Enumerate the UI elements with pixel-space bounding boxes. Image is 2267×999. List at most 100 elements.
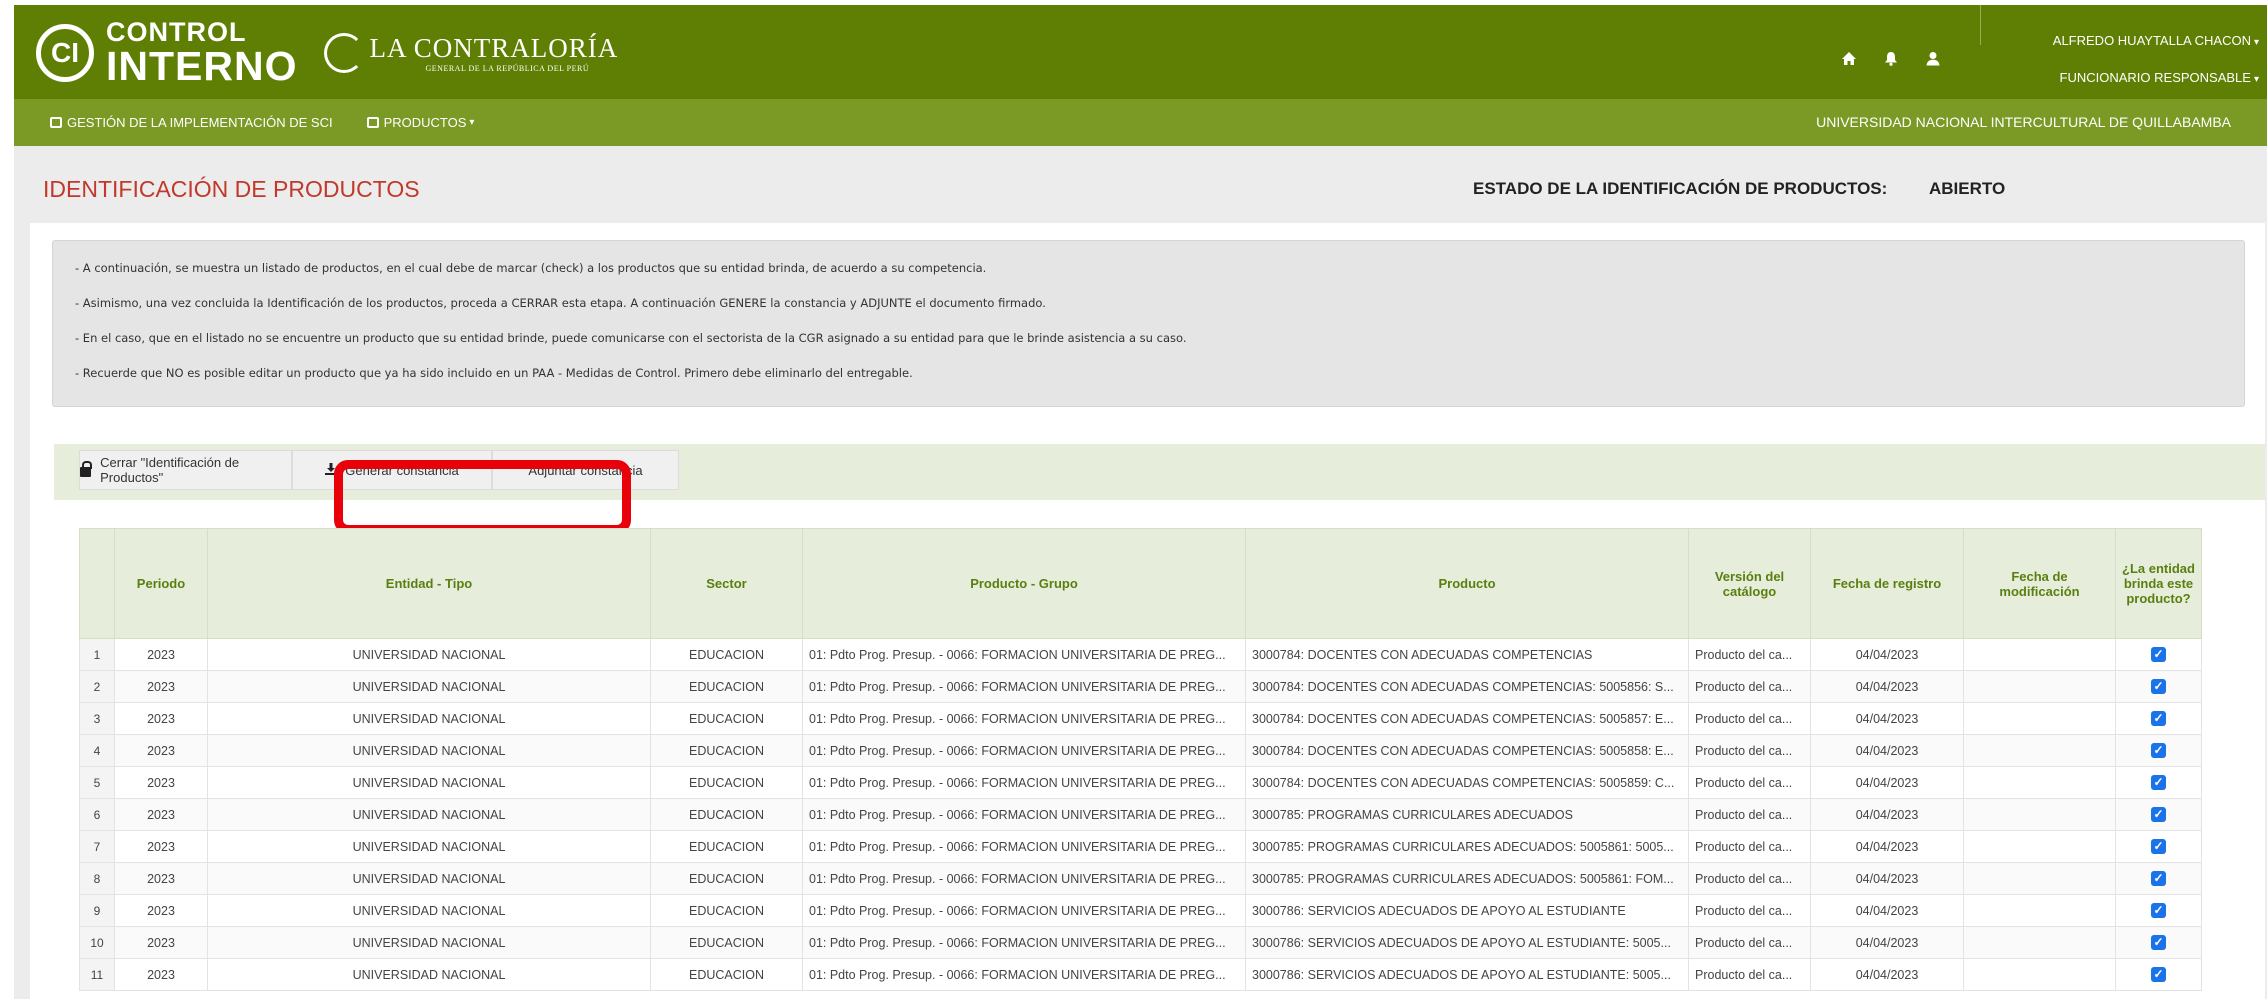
products-table: Periodo Entidad - Tipo Sector Producto -… bbox=[79, 528, 2202, 991]
user-role-dropdown[interactable]: FUNCIONARIO RESPONSABLE ▾ bbox=[2053, 60, 2259, 97]
version-cell: Producto del ca... bbox=[1688, 798, 1811, 831]
entidad-cell: UNIVERSIDAD NACIONAL bbox=[207, 862, 651, 895]
entidad-cell: UNIVERSIDAD NACIONAL bbox=[207, 670, 651, 703]
brinda-checkbox-cell: ✓ bbox=[2115, 862, 2202, 895]
sector-cell: EDUCACION bbox=[650, 894, 803, 927]
brinda-checkbox[interactable]: ✓ bbox=[2151, 871, 2166, 886]
producto-grupo-cell: 01: Pdto Prog. Presup. - 0066: FORMACION… bbox=[802, 734, 1246, 767]
brinda-checkbox[interactable]: ✓ bbox=[2151, 775, 2166, 790]
logo[interactable]: CI CONTROL INTERNO LA CONTRALORÍA GENERA… bbox=[36, 15, 618, 91]
table-row[interactable]: 3 2023 UNIVERSIDAD NACIONAL EDUCACION 01: Pd… bbox=[79, 702, 2202, 735]
brinda-checkbox[interactable]: ✓ bbox=[2151, 711, 2166, 726]
user-menu[interactable]: ALFREDO HUAYTALLA CHACON ▾ FUNCIONARIO RE… bbox=[2053, 23, 2259, 97]
header-fecha-registro[interactable]: Fecha de registro bbox=[1810, 528, 1964, 639]
producto-cell: 3000786: SERVICIOS ADECUADOS DE APOYO AL… bbox=[1245, 958, 1689, 991]
entidad-cell: UNIVERSIDAD NACIONAL bbox=[207, 926, 651, 959]
header-fecha-modificacion[interactable]: Fecha de modificación bbox=[1963, 528, 2116, 639]
brinda-checkbox-cell: ✓ bbox=[2115, 958, 2202, 991]
producto-grupo-cell: 01: Pdto Prog. Presup. - 0066: FORMACION… bbox=[802, 862, 1246, 895]
close-identification-button[interactable]: Cerrar "Identificación de Productos" bbox=[79, 450, 292, 490]
fecha-modificacion-cell bbox=[1963, 830, 2116, 863]
header-periodo[interactable]: Periodo bbox=[114, 528, 208, 639]
periodo-cell: 2023 bbox=[114, 670, 208, 703]
brinda-checkbox-cell: ✓ bbox=[2115, 830, 2202, 863]
brinda-checkbox[interactable]: ✓ bbox=[2151, 839, 2166, 854]
logo-line2: INTERNO bbox=[106, 43, 298, 89]
page-title: IDENTIFICACIÓN DE PRODUCTOS bbox=[43, 176, 420, 202]
table-header-row: Periodo Entidad - Tipo Sector Producto -… bbox=[79, 528, 2202, 639]
periodo-cell: 2023 bbox=[114, 894, 208, 927]
table-row[interactable]: 9 2023 UNIVERSIDAD NACIONAL EDUCACION 01: Pd… bbox=[79, 894, 2202, 927]
bell-icon[interactable] bbox=[1882, 49, 1900, 67]
control-interno-logo-icon: CI bbox=[36, 24, 94, 82]
brinda-checkbox-cell: ✓ bbox=[2115, 670, 2202, 703]
attach-certificate-button[interactable]: Adjuntar constancia bbox=[492, 450, 679, 490]
periodo-cell: 2023 bbox=[114, 958, 208, 991]
brinda-checkbox[interactable]: ✓ bbox=[2151, 807, 2166, 822]
entidad-cell: UNIVERSIDAD NACIONAL bbox=[207, 958, 651, 991]
header-entidad-tipo[interactable]: Entidad - Tipo bbox=[207, 528, 651, 639]
fecha-registro-cell: 04/04/2023 bbox=[1810, 830, 1964, 863]
home-icon[interactable] bbox=[1840, 49, 1858, 67]
top-header: CI CONTROL INTERNO LA CONTRALORÍA GENERA… bbox=[14, 5, 2267, 99]
monitor-icon bbox=[50, 117, 62, 128]
table-row[interactable]: 6 2023 UNIVERSIDAD NACIONAL EDUCACION 01: Pd… bbox=[79, 798, 2202, 831]
header-producto[interactable]: Producto bbox=[1245, 528, 1689, 639]
fecha-registro-cell: 04/04/2023 bbox=[1810, 926, 1964, 959]
table-row[interactable]: 2 2023 UNIVERSIDAD NACIONAL EDUCACION 01: Pd… bbox=[79, 670, 2202, 703]
logo-line1: CONTROL bbox=[106, 17, 247, 47]
version-cell: Producto del ca... bbox=[1688, 638, 1811, 671]
user-name-dropdown[interactable]: ALFREDO HUAYTALLA CHACON ▾ bbox=[2053, 23, 2259, 60]
nav-item-label: PRODUCTOS bbox=[383, 115, 467, 130]
user-icon[interactable] bbox=[1924, 49, 1942, 67]
fecha-registro-cell: 04/04/2023 bbox=[1810, 638, 1964, 671]
header-producto-grupo[interactable]: Producto - Grupo bbox=[802, 528, 1246, 639]
table-row[interactable]: 1 2023 UNIVERSIDAD NACIONAL EDUCACION 01: Pd… bbox=[79, 638, 2202, 671]
action-button-group: Cerrar "Identificación de Productos" Gen… bbox=[79, 450, 679, 490]
sector-cell: EDUCACION bbox=[650, 958, 803, 991]
brinda-checkbox-cell: ✓ bbox=[2115, 894, 2202, 927]
brinda-checkbox-cell: ✓ bbox=[2115, 798, 2202, 831]
producto-cell: 3000785: PROGRAMAS CURRICULARES ADECUADO… bbox=[1245, 830, 1689, 863]
fecha-modificacion-cell bbox=[1963, 862, 2116, 895]
products-table-wrapper: Periodo Entidad - Tipo Sector Producto -… bbox=[79, 528, 2202, 991]
table-row[interactable]: 10 2023 UNIVERSIDAD NACIONAL EDUCACION 01: P… bbox=[79, 926, 2202, 959]
table-row[interactable]: 4 2023 UNIVERSIDAD NACIONAL EDUCACION 01: Pd… bbox=[79, 734, 2202, 767]
fecha-registro-cell: 04/04/2023 bbox=[1810, 894, 1964, 927]
table-row[interactable]: 5 2023 UNIVERSIDAD NACIONAL EDUCACION 01: Pd… bbox=[79, 766, 2202, 799]
entidad-cell: UNIVERSIDAD NACIONAL bbox=[207, 638, 651, 671]
brinda-checkbox[interactable]: ✓ bbox=[2151, 647, 2166, 662]
contraloria-subtitle: GENERAL DE LA REPÚBLICA DEL PERÚ bbox=[425, 64, 590, 73]
nav-item-gestion[interactable]: GESTIÓN DE LA IMPLEMENTACIÓN DE SCI bbox=[50, 115, 333, 130]
periodo-cell: 2023 bbox=[114, 798, 208, 831]
entidad-cell: UNIVERSIDAD NACIONAL bbox=[207, 766, 651, 799]
brinda-checkbox[interactable]: ✓ bbox=[2151, 935, 2166, 950]
fecha-registro-cell: 04/04/2023 bbox=[1810, 958, 1964, 991]
sector-cell: EDUCACION bbox=[650, 862, 803, 895]
periodo-cell: 2023 bbox=[114, 862, 208, 895]
actions-toolbar: Cerrar "Identificación de Productos" Gen… bbox=[54, 444, 2265, 500]
brinda-checkbox[interactable]: ✓ bbox=[2151, 903, 2166, 918]
producto-grupo-cell: 01: Pdto Prog. Presup. - 0066: FORMACION… bbox=[802, 766, 1246, 799]
brinda-checkbox[interactable]: ✓ bbox=[2151, 679, 2166, 694]
table-row[interactable]: 11 2023 UNIVERSIDAD NACIONAL EDUCACION 01: P… bbox=[79, 958, 2202, 991]
header-index bbox=[79, 528, 115, 639]
brinda-checkbox-cell: ✓ bbox=[2115, 734, 2202, 767]
periodo-cell: 2023 bbox=[114, 702, 208, 735]
entity-name: UNIVERSIDAD NACIONAL INTERCULTURAL DE QU… bbox=[1816, 114, 2231, 130]
version-cell: Producto del ca... bbox=[1688, 766, 1811, 799]
entidad-cell: UNIVERSIDAD NACIONAL bbox=[207, 734, 651, 767]
header-sector[interactable]: Sector bbox=[650, 528, 803, 639]
table-row[interactable]: 8 2023 UNIVERSIDAD NACIONAL EDUCACION 01: Pd… bbox=[79, 862, 2202, 895]
table-row[interactable]: 7 2023 UNIVERSIDAD NACIONAL EDUCACION 01: Pd… bbox=[79, 830, 2202, 863]
header-icons bbox=[1840, 49, 1942, 67]
row-number-cell: 11 bbox=[79, 958, 115, 991]
header-version-catalogo[interactable]: Versión del catálogo bbox=[1688, 528, 1811, 639]
nav-item-productos[interactable]: PRODUCTOS ▾ bbox=[366, 115, 474, 130]
generate-certificate-button[interactable]: Generar constancia bbox=[292, 450, 492, 490]
fecha-registro-cell: 04/04/2023 bbox=[1810, 766, 1964, 799]
row-number-cell: 8 bbox=[79, 862, 115, 895]
contraloria-swirl-icon bbox=[323, 33, 364, 73]
brinda-checkbox[interactable]: ✓ bbox=[2151, 743, 2166, 758]
brinda-checkbox[interactable]: ✓ bbox=[2151, 967, 2166, 982]
